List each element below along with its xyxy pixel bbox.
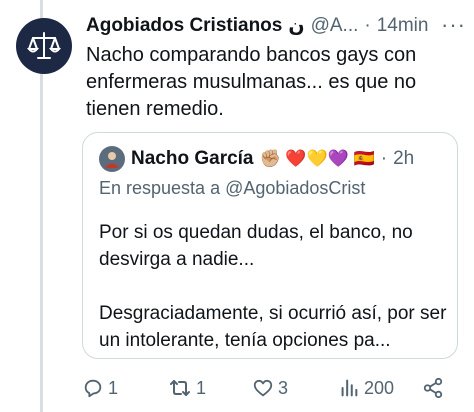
heart-icon — [253, 379, 273, 397]
more-options-button[interactable]: ··· — [441, 12, 466, 38]
retweet-icon — [170, 380, 190, 396]
action-bar: 1 1 3 200 — [82, 372, 458, 404]
quote-text: Por si os quedan dudas, el banco, no des… — [99, 219, 449, 354]
views-icon — [341, 379, 358, 397]
retweet-count: 1 — [196, 377, 207, 398]
share-button[interactable] — [422, 372, 444, 404]
reply-context: En respuesta a @AgobiadosCrist — [99, 178, 366, 198]
quote-timestamp[interactable]: 2h — [393, 148, 414, 170]
views-button[interactable]: 200 — [338, 372, 394, 404]
quoted-tweet[interactable]: Nacho García ✊🏼 ❤️💛💜 🇪🇸 · 2h En respuest… — [82, 132, 458, 359]
quote-name-emojis: ✊🏼 ❤️💛💜 🇪🇸 — [259, 149, 375, 168]
share-icon — [423, 377, 443, 399]
like-count: 3 — [278, 377, 289, 398]
quote-header: Nacho García ✊🏼 ❤️💛💜 🇪🇸 · 2h — [99, 145, 445, 173]
quote-separator: · — [380, 148, 388, 169]
reply-button[interactable]: 1 — [82, 372, 118, 404]
views-count: 200 — [364, 377, 395, 398]
author-name-suffix: ن — [288, 15, 305, 37]
quote-paragraph-2: Desgraciadamente, si ocurrió así, por se… — [99, 303, 447, 351]
avatar[interactable] — [16, 18, 72, 74]
timestamp[interactable]: 14min — [377, 15, 429, 37]
reply-icon — [84, 379, 102, 398]
person-icon — [105, 152, 119, 168]
quote-author-name[interactable]: Nacho García — [131, 148, 254, 170]
tweet-header: Agobiados Cristianos ن @A... · 14min — [86, 12, 466, 40]
reply-count: 1 — [108, 377, 119, 398]
author-handle[interactable]: @A... — [311, 15, 359, 37]
separator: · — [364, 15, 371, 36]
tweet-text: Nacho comparando bancos gays con enferme… — [86, 44, 417, 120]
author-name[interactable]: Agobiados Cristianos — [86, 15, 282, 37]
quote-avatar[interactable] — [99, 146, 125, 172]
quote-paragraph-1: Por si os quedan dudas, el banco, no des… — [99, 222, 413, 270]
scales-of-justice-icon — [26, 32, 62, 59]
like-button[interactable]: 3 — [252, 372, 288, 404]
retweet-button[interactable]: 1 — [168, 372, 206, 404]
